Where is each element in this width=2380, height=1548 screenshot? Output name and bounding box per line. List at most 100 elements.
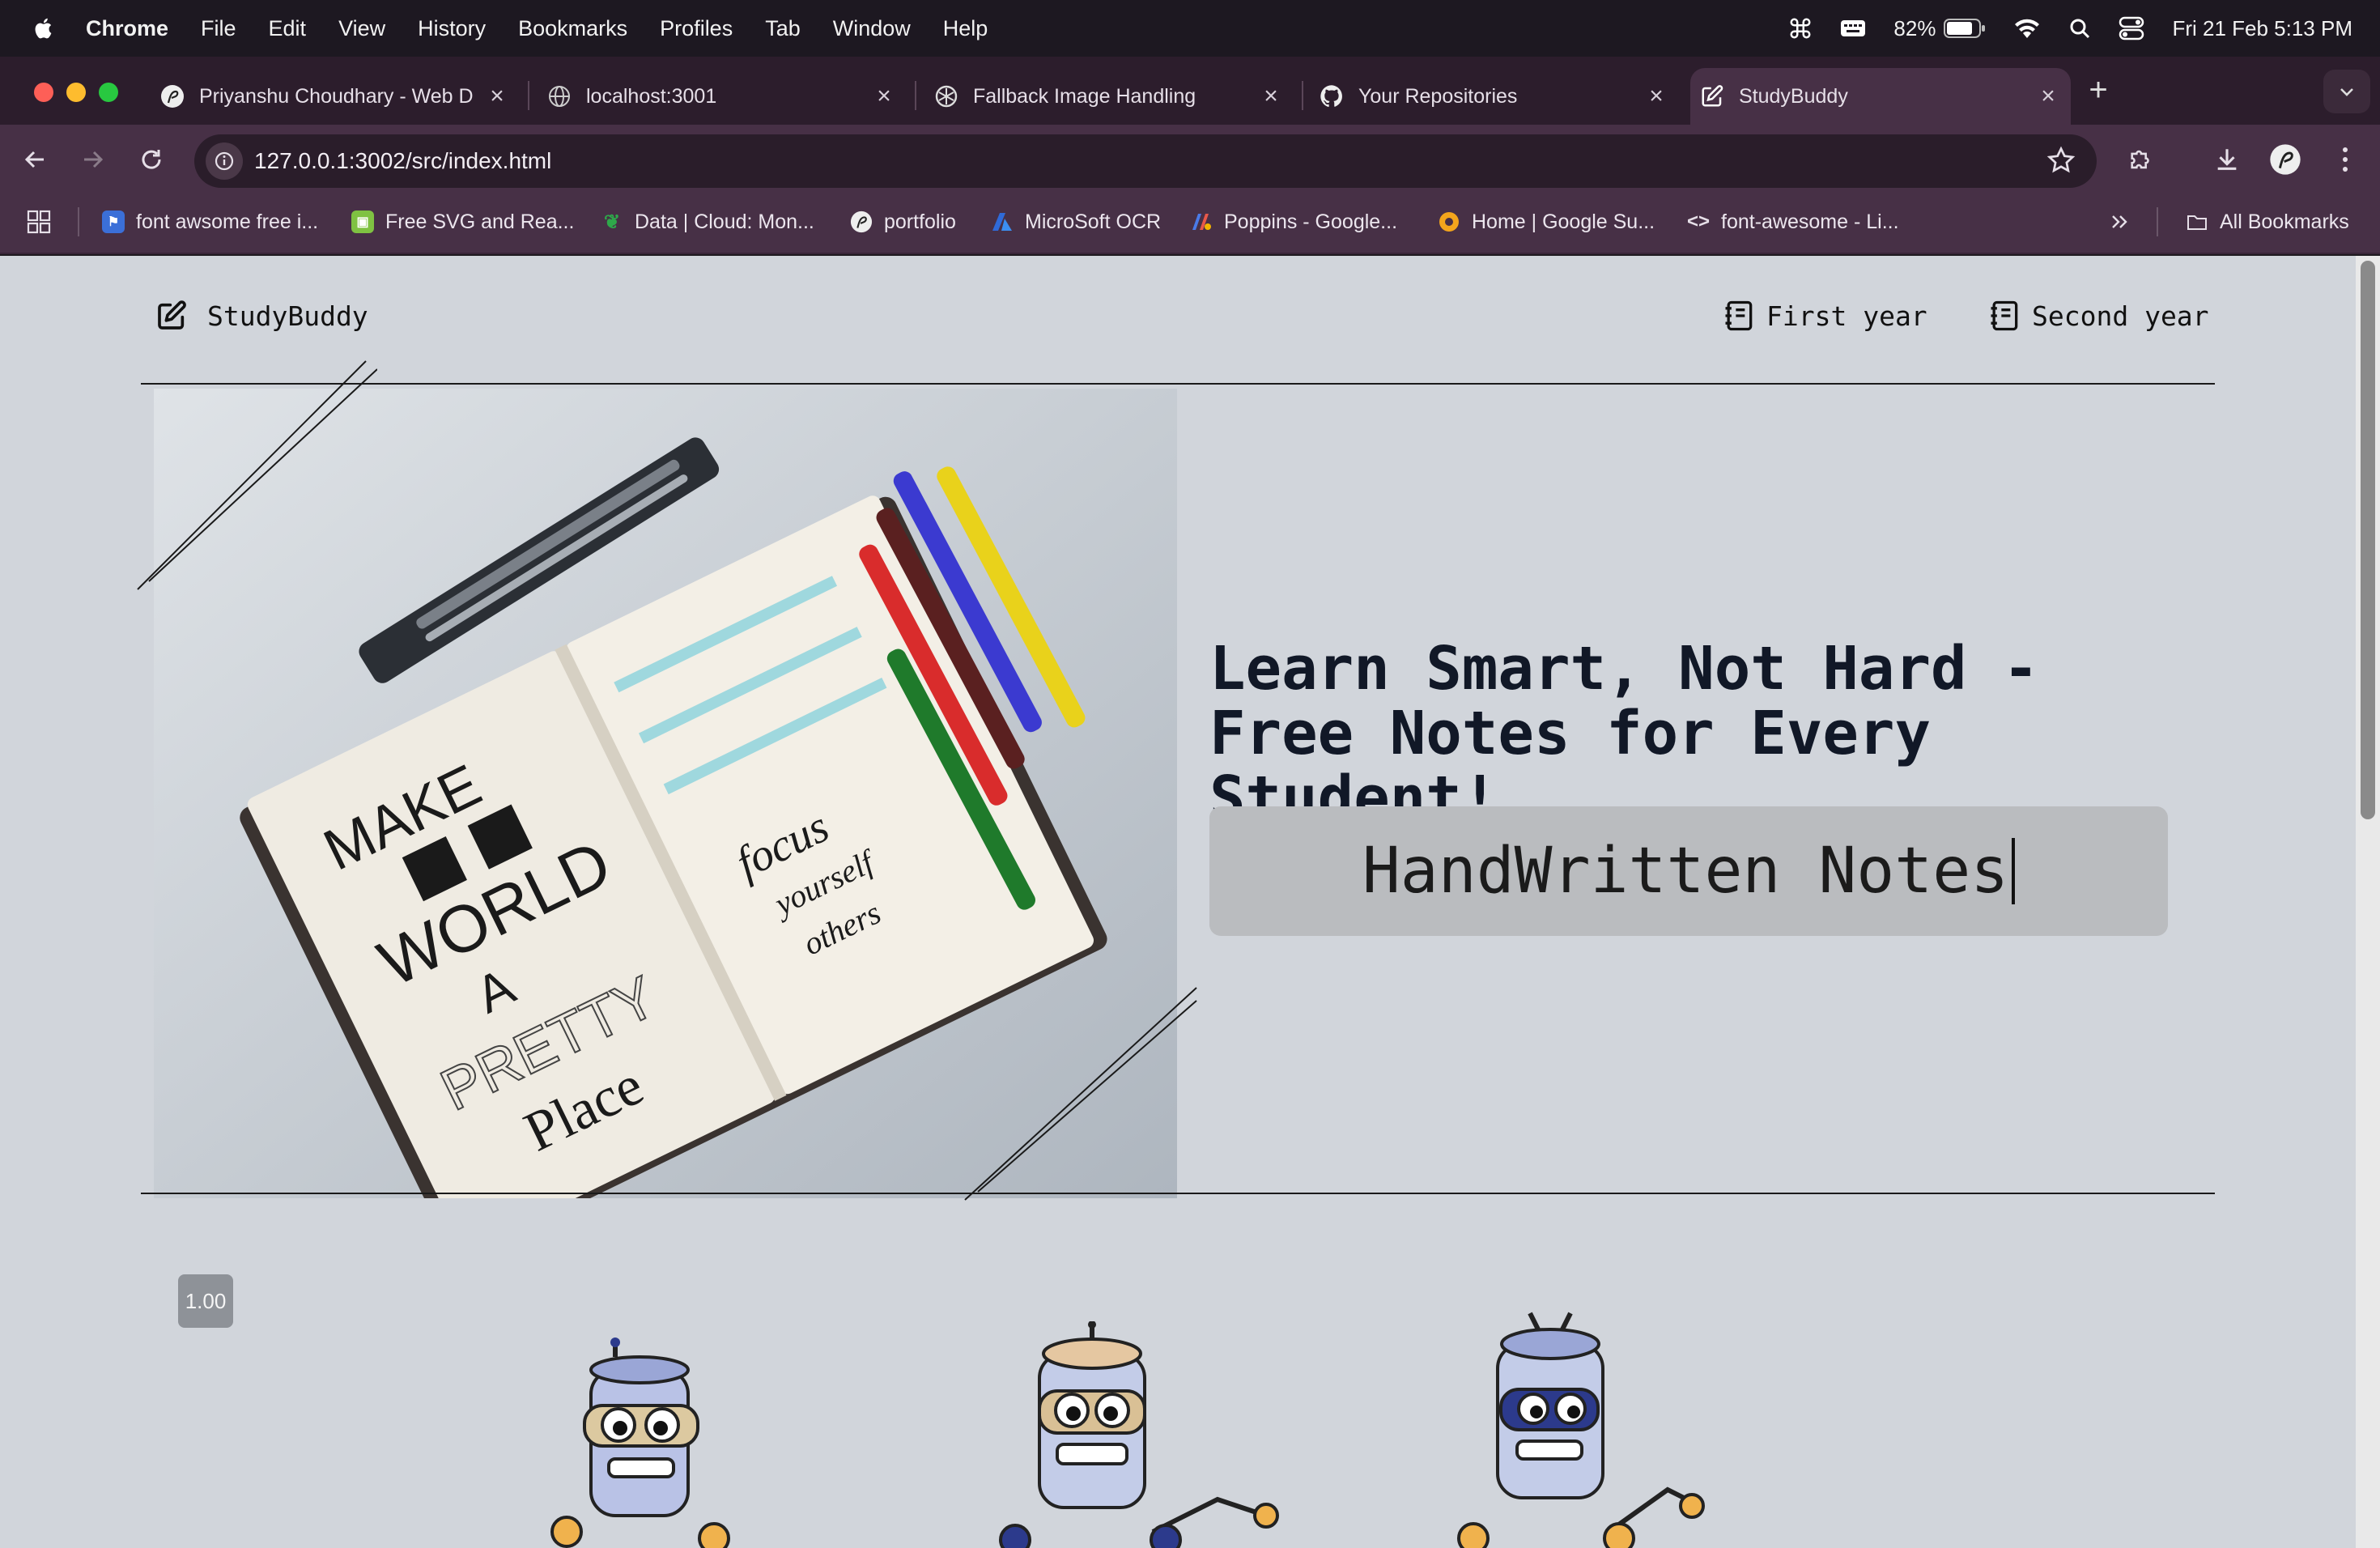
brand-name: StudyBuddy [207, 300, 368, 332]
control-center-icon[interactable] [2119, 16, 2144, 40]
chrome-menu-button[interactable] [2328, 142, 2362, 176]
tab-close-icon[interactable]: × [1260, 84, 1282, 108]
apps-grid-icon [27, 210, 51, 234]
tab-title: StudyBuddy [1739, 84, 1848, 108]
tab-portfolio[interactable]: Priyanshu Choudhary - Web D × [151, 68, 520, 125]
divider-bottom [141, 1193, 2215, 1194]
clock[interactable]: Fri 21 Feb 5:13 PM [2172, 16, 2352, 41]
all-bookmarks-button[interactable]: All Bookmarks [2186, 206, 2349, 238]
reload-icon [142, 150, 161, 169]
wifi-icon[interactable] [2013, 17, 2041, 40]
decorative-strokes-top [137, 360, 377, 590]
menu-bookmarks[interactable]: Bookmarks [518, 16, 627, 41]
azure-icon [992, 213, 1012, 231]
kebab-menu-icon [2343, 147, 2348, 172]
window-minimize-button[interactable] [66, 83, 86, 102]
decorative-strokes-bottom [964, 987, 1197, 1201]
bookmark-item[interactable]: ▣ Free SVG and Rea... [351, 206, 574, 238]
text-caret [2012, 838, 2016, 904]
site-info-button[interactable] [206, 142, 243, 180]
speed-badge[interactable]: 1.00 [178, 1274, 233, 1328]
tab-close-icon[interactable]: × [1645, 84, 1668, 108]
apps-button[interactable] [26, 206, 52, 238]
battery-percent: 82% [1893, 15, 1936, 40]
command-icon[interactable] [1788, 16, 1813, 40]
menu-window[interactable]: Window [833, 16, 911, 41]
avatar-icon [2270, 144, 2301, 175]
nav-link-second-year[interactable]: Second year [1987, 298, 2209, 334]
download-icon [2217, 149, 2237, 170]
menu-history[interactable]: History [418, 16, 486, 41]
all-bookmarks-label: All Bookmarks [2220, 210, 2349, 233]
downloads-button[interactable] [2210, 142, 2244, 176]
bookmark-star-icon[interactable] [2046, 146, 2076, 175]
bookmark-item[interactable]: Poppins - Google... [1190, 206, 1397, 238]
tab-title: Your Repositories [1358, 84, 1518, 108]
bookmark-label: Data | Cloud: Mon... [635, 210, 814, 233]
bookmark-item[interactable]: Home | Google Su... [1438, 206, 1655, 238]
tab-separator [528, 81, 529, 110]
url-text[interactable]: 127.0.0.1:3002/src/index.html [254, 134, 551, 188]
bookmark-item[interactable]: portfolio [850, 206, 956, 238]
more-bookmarks-button[interactable] [2108, 206, 2131, 238]
tab-search-button[interactable] [2323, 70, 2370, 113]
nav-link-label: First year [1766, 300, 1927, 332]
edit-icon [158, 300, 186, 330]
keyboard-icon[interactable] [1840, 18, 1866, 39]
avatar-icon [161, 85, 184, 108]
hero-headline: Learn Smart, Not Hard - Free Notes for E… [1209, 634, 2039, 833]
nav-link-first-year[interactable]: First year [1721, 298, 1927, 334]
tab-separator [915, 81, 916, 110]
bookmark-separator [2157, 207, 2158, 236]
tab-github[interactable]: Your Repositories × [1310, 68, 1679, 125]
notebook-icon [1991, 300, 2018, 331]
menu-file[interactable]: File [201, 16, 236, 41]
scrollbar-thumb[interactable] [2361, 261, 2375, 819]
apple-icon[interactable] [32, 16, 57, 40]
puzzle-icon [2131, 150, 2149, 169]
menu-tab[interactable]: Tab [765, 16, 801, 41]
extensions-button[interactable] [2124, 142, 2158, 176]
bookmark-label: MicroSoft OCR [1025, 210, 1162, 233]
new-tab-button[interactable]: + [2084, 74, 2113, 106]
tab-studybuddy[interactable]: StudyBuddy × [1690, 68, 2071, 125]
bookmark-separator [78, 207, 79, 236]
battery-status[interactable]: 82% [1893, 16, 1986, 41]
avatar-icon [850, 211, 873, 233]
folder-icon [2187, 215, 2207, 230]
typewriter-text: HandWritten Notes [1362, 835, 2009, 908]
back-button[interactable] [16, 141, 53, 178]
chevron-double-right-icon [2112, 215, 2127, 228]
site-brand[interactable]: StudyBuddy [155, 298, 368, 334]
menu-help[interactable]: Help [943, 16, 988, 41]
reload-button[interactable] [133, 141, 170, 178]
bookmark-item[interactable]: <> font-awesome - Li... [1687, 206, 1899, 238]
bookmark-item[interactable]: ⚑ font awsome free i... [102, 206, 318, 238]
profile-button[interactable] [2268, 142, 2302, 176]
google-fonts-icon [1192, 214, 1211, 230]
spotlight-search-icon[interactable] [2068, 17, 2091, 40]
tab-fallback-image[interactable]: Fallback Image Handling × [924, 68, 1294, 125]
forward-button[interactable] [74, 141, 112, 178]
address-bar[interactable]: 127.0.0.1:3002/src/index.html [194, 134, 2097, 188]
menu-app-name[interactable]: Chrome [86, 16, 168, 41]
web-page: StudyBuddy First year Second year MAKE W… [0, 256, 2356, 1548]
bookmark-item[interactable]: MicroSoft OCR [991, 206, 1161, 238]
tab-title: Fallback Image Handling [973, 84, 1196, 108]
tab-localhost[interactable]: localhost:3001 × [538, 68, 907, 125]
window-close-button[interactable] [34, 83, 53, 102]
flag-icon: ⚑ [102, 211, 125, 233]
menu-view[interactable]: View [338, 16, 385, 41]
tab-close-icon[interactable]: × [873, 84, 895, 108]
window-zoom-button[interactable] [99, 83, 118, 102]
tab-title: localhost:3001 [586, 84, 717, 108]
bookmark-label: Poppins - Google... [1224, 210, 1398, 233]
tab-close-icon[interactable]: × [486, 84, 508, 108]
tab-close-icon[interactable]: × [2037, 84, 2059, 108]
divider-top [141, 383, 2215, 385]
menu-edit[interactable]: Edit [269, 16, 307, 41]
menu-profiles[interactable]: Profiles [660, 16, 733, 41]
macos-menu-bar: Chrome File Edit View History Bookmarks … [0, 0, 2380, 57]
github-icon [1320, 85, 1342, 108]
bookmark-item[interactable]: ❦ Data | Cloud: Mon... [601, 206, 814, 238]
